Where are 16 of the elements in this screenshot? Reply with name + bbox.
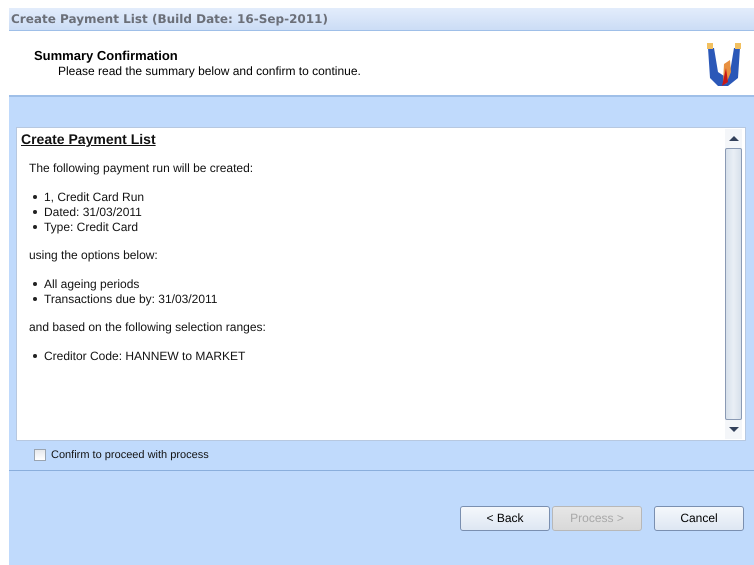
summary-text: and based on the following selection ranges: xyxy=(29,320,267,334)
summary-text: using the options below: xyxy=(29,248,159,262)
summary-text: The following payment run will be created: xyxy=(29,161,254,175)
list-item: Type: Credit Card xyxy=(44,220,138,234)
list-item: 1, Credit Card Run xyxy=(44,190,144,204)
list-item: Transactions due by: 31/03/2011 xyxy=(44,292,218,306)
confirm-label[interactable]: Confirm to proceed with process xyxy=(51,449,209,461)
wizard-button[interactable]: Cancel xyxy=(654,506,744,530)
list-item: All ageing periods xyxy=(44,276,140,290)
step-title: Summary Confirmation xyxy=(34,48,179,63)
window-title: Create Payment List (Build Date: 16-Sep-2011) xyxy=(11,12,328,26)
wizard-button[interactable]: < Back xyxy=(460,506,550,530)
step-subtitle: Please read the summary below and confirm to continue. xyxy=(57,64,361,78)
summary-heading: Create Payment List xyxy=(21,131,157,147)
list-item: Creditor Code: HANNEW to MARKET xyxy=(44,348,246,362)
list-item: Dated: 31/03/2011 xyxy=(44,204,142,218)
